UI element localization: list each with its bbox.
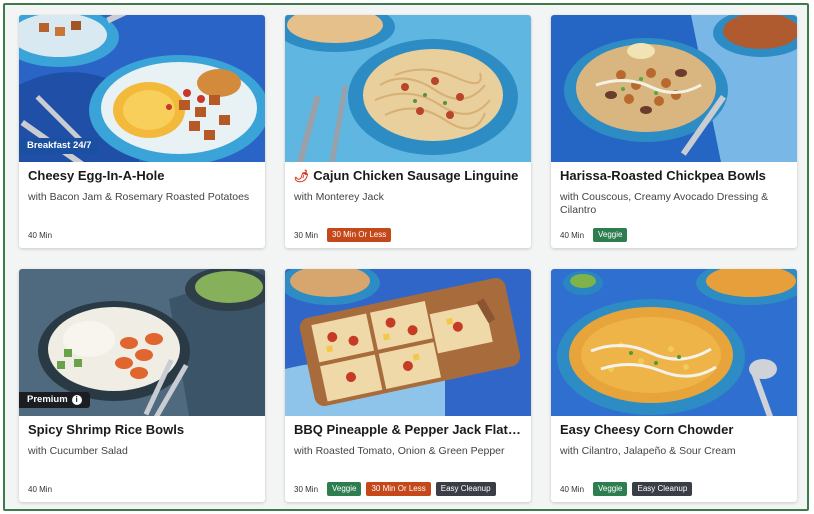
recipe-card[interactable]: BBQ Pineapple & Pepper Jack Flatbr... wi… <box>285 269 531 502</box>
recipe-card[interactable]: Premium i Spicy Shrimp Rice Bowls with Cu… <box>19 269 265 502</box>
recipe-photo[interactable] <box>285 15 531 162</box>
cook-time: 40 Min <box>28 484 53 494</box>
cook-time: 40 Min <box>28 230 53 240</box>
recipe-subtitle: with Cilantro, Jalapeño & Sour Cream <box>560 445 736 457</box>
recipe-grid-frame: Breakfast 24/7 Cheesy Egg-In-A-Hole with… <box>3 3 809 511</box>
recipe-photo[interactable] <box>285 269 531 416</box>
recipe-meta: 40 Min Veggie Easy Cleanup <box>560 482 693 496</box>
recipe-title[interactable]: Easy Cheesy Corn Chowder <box>560 422 790 437</box>
recipe-photo[interactable]: Breakfast 24/7 <box>19 15 265 162</box>
recipe-photo[interactable] <box>551 269 797 416</box>
recipe-title[interactable]: Cheesy Egg-In-A-Hole <box>28 168 258 183</box>
recipe-meta: 40 Min <box>28 482 56 496</box>
recipe-grid: Breakfast 24/7 Cheesy Egg-In-A-Hole with… <box>5 5 807 509</box>
recipe-subtitle: with Roasted Tomato, Onion & Green Peppe… <box>294 445 505 457</box>
cook-time: 40 Min <box>560 484 585 494</box>
recipe-meta: 40 Min Veggie <box>560 228 628 242</box>
premium-tag[interactable]: Premium i <box>19 392 90 408</box>
recipe-subtitle: with Monterey Jack <box>294 191 384 203</box>
breakfast-tag: Breakfast 24/7 <box>19 138 100 154</box>
badge-veggie: Veggie <box>327 482 362 496</box>
badge-30-min-or-less: 30 Min Or Less <box>327 228 392 242</box>
badge-easy-cleanup: Easy Cleanup <box>632 482 693 496</box>
badge-easy-cleanup: Easy Cleanup <box>435 482 496 496</box>
badge-veggie: Veggie <box>593 228 628 242</box>
cook-time: 40 Min <box>560 230 585 240</box>
recipe-meta: 30 Min Veggie 30 Min Or Less Easy Cleanu… <box>294 482 496 496</box>
recipe-title[interactable]: BBQ Pineapple & Pepper Jack Flatbr... <box>294 422 524 437</box>
recipe-photo[interactable]: Premium i <box>19 269 265 416</box>
cook-time: 30 Min <box>294 484 319 494</box>
cook-time: 30 Min <box>294 230 319 240</box>
recipe-subtitle: with Bacon Jam & Rosemary Roasted Potato… <box>28 191 250 203</box>
recipe-subtitle: with Couscous, Creamy Avocado Dressing &… <box>560 191 769 216</box>
badge-veggie: Veggie <box>593 482 628 496</box>
badge-30-min-or-less: 30 Min Or Less <box>366 482 431 496</box>
recipe-photo[interactable] <box>551 15 797 162</box>
recipe-subtitle: with Cucumber Salad <box>28 445 128 457</box>
recipe-card[interactable]: Harissa-Roasted Chickpea Bowls with Cous… <box>551 15 797 248</box>
recipe-meta: 40 Min <box>28 228 56 242</box>
recipe-title[interactable]: Spicy Shrimp Rice Bowls <box>28 422 258 437</box>
recipe-meta: 30 Min 30 Min Or Less <box>294 228 392 242</box>
recipe-card[interactable]: Easy Cheesy Corn Chowder with Cilantro, … <box>551 269 797 502</box>
recipe-card[interactable]: 🌶 Cajun Chicken Sausage Linguine with Mon… <box>285 15 531 248</box>
recipe-card[interactable]: Breakfast 24/7 Cheesy Egg-In-A-Hole with… <box>19 15 265 248</box>
recipe-title[interactable]: 🌶 Cajun Chicken Sausage Linguine <box>294 168 524 183</box>
recipe-title[interactable]: Harissa-Roasted Chickpea Bowls <box>560 168 790 183</box>
chili-pepper-icon: 🌶 <box>294 169 310 183</box>
info-icon[interactable]: i <box>71 395 82 405</box>
